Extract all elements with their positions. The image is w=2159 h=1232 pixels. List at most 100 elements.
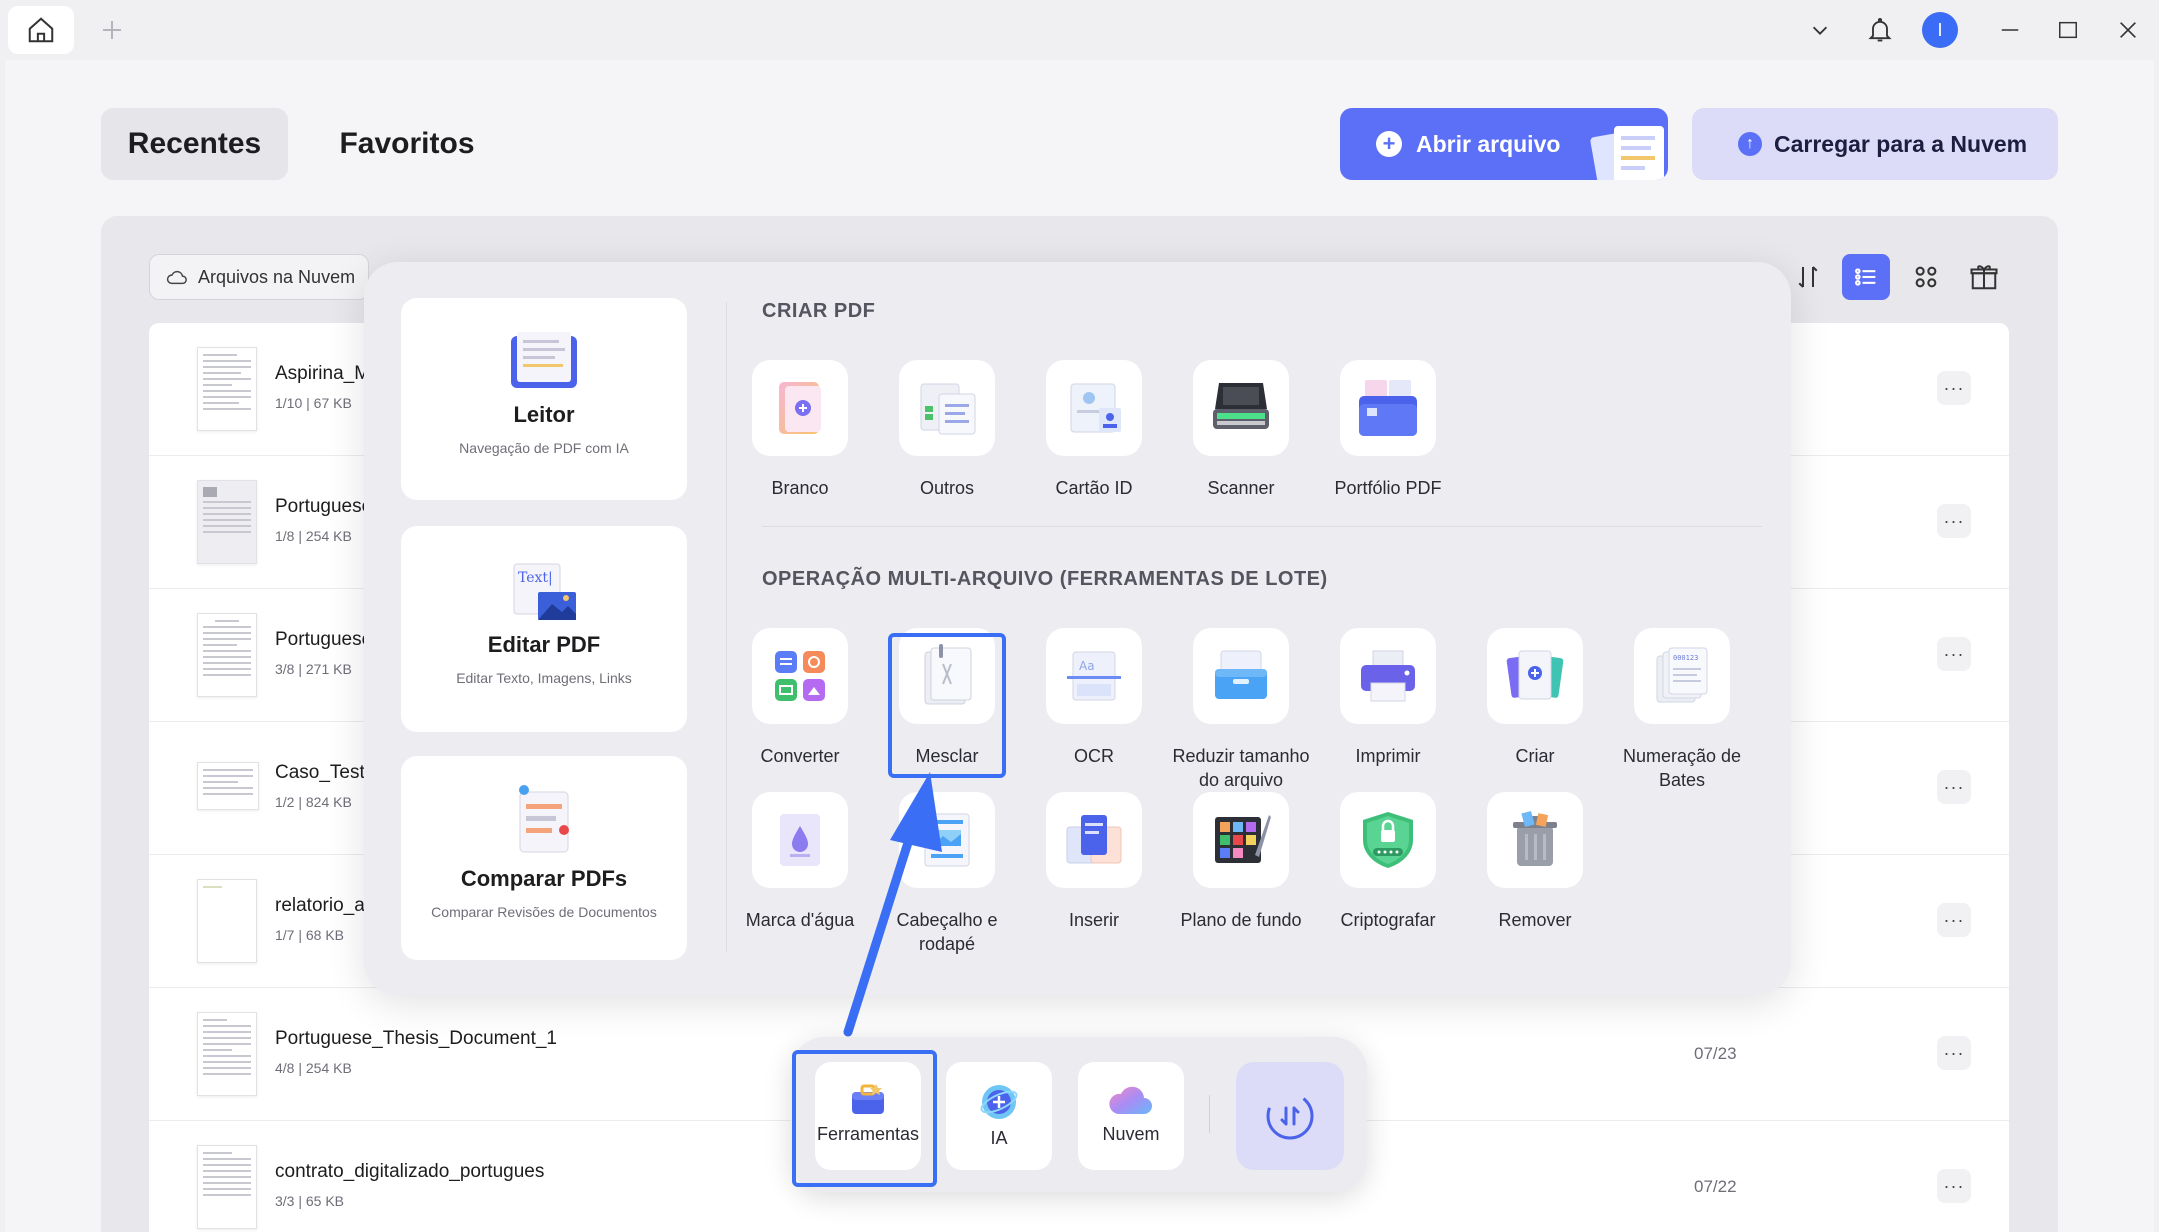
tool-compress[interactable]: Reduzir tamanho do arquivo bbox=[1168, 628, 1314, 792]
tab-recent[interactable]: Recentes bbox=[101, 108, 288, 180]
notifications-button[interactable] bbox=[1860, 0, 1900, 60]
open-file-button[interactable]: + Abrir arquivo bbox=[1340, 108, 1668, 180]
tool-print[interactable]: Imprimir bbox=[1315, 628, 1461, 768]
chevron-down-icon bbox=[1812, 26, 1828, 35]
reader-title: Leitor bbox=[513, 402, 575, 427]
more-options-button[interactable]: ··· bbox=[1937, 770, 1971, 804]
documents-illustration-icon bbox=[1590, 126, 1664, 180]
bates-icon: 000123 bbox=[1634, 628, 1730, 724]
grid-view-icon bbox=[1915, 266, 1937, 288]
tool-label: Remover bbox=[1498, 910, 1572, 930]
sort-button[interactable] bbox=[1784, 254, 1832, 300]
tool-blank[interactable]: Branco bbox=[727, 360, 873, 500]
tab-favorites[interactable]: Favoritos bbox=[320, 108, 494, 180]
reader-icon bbox=[401, 330, 687, 392]
create-pdf-section-title: CRIAR PDF bbox=[762, 300, 876, 322]
tool-background[interactable]: Plano de fundo bbox=[1168, 792, 1314, 932]
tool-label: Criptografar bbox=[1340, 910, 1436, 930]
tab-list-button[interactable] bbox=[1800, 0, 1840, 60]
list-view-button[interactable] bbox=[1842, 254, 1890, 300]
home-tab[interactable] bbox=[8, 6, 74, 54]
gift-box-icon bbox=[1970, 265, 1998, 290]
cloud-files-filter[interactable]: Arquivos na Nuvem bbox=[149, 254, 369, 300]
avatar: I bbox=[1922, 12, 1958, 48]
tool-encrypt[interactable]: Criptografar bbox=[1315, 792, 1461, 932]
new-tab-button[interactable] bbox=[92, 10, 132, 50]
insert-icon bbox=[1046, 792, 1142, 888]
cloud-colored-icon bbox=[1078, 1082, 1184, 1118]
print-icon bbox=[1340, 628, 1436, 724]
tool-remove[interactable]: Remover bbox=[1462, 792, 1608, 932]
tool-insert[interactable]: Inserir bbox=[1021, 792, 1167, 932]
more-options-button[interactable]: ··· bbox=[1937, 504, 1971, 538]
remove-icon bbox=[1487, 792, 1583, 888]
tool-label: Plano de fundo bbox=[1180, 910, 1302, 930]
dock-sort-button[interactable] bbox=[1236, 1062, 1344, 1170]
tool-label: Criar bbox=[1515, 746, 1555, 766]
file-meta: 1/10 | 67 KB bbox=[275, 395, 352, 411]
file-date: 07/23 bbox=[1694, 1044, 1737, 1063]
tool-create[interactable]: Criar bbox=[1462, 628, 1608, 768]
edit-pdf-icon-text: Text| bbox=[518, 570, 553, 586]
file-meta: 4/8 | 254 KB bbox=[275, 1060, 352, 1076]
open-file-label: Abrir arquivo bbox=[1416, 130, 1561, 157]
more-options-button[interactable]: ··· bbox=[1937, 637, 1971, 671]
edit-pdf-title: Editar PDF bbox=[487, 632, 601, 657]
tool-convert[interactable]: Converter bbox=[727, 628, 873, 768]
tool-portfolio[interactable]: Portfólio PDF bbox=[1315, 360, 1461, 500]
plus-circle-icon: + bbox=[1376, 131, 1402, 157]
compare-pdf-card[interactable]: Comparar PDFs Comparar Revisões de Docum… bbox=[401, 756, 687, 960]
batch-section-title: OPERAÇÃO MULTI-ARQUIVO (FERRAMENTAS DE L… bbox=[762, 568, 1328, 590]
grid-view-button[interactable] bbox=[1902, 254, 1950, 300]
more-options-button[interactable]: ··· bbox=[1937, 1036, 1971, 1070]
pointer-arrow bbox=[843, 772, 942, 1037]
tools-popup: Leitor Navegação de PDF com IA Text| Edi… bbox=[364, 262, 1791, 995]
close-button[interactable] bbox=[2108, 0, 2148, 60]
maximize-button[interactable] bbox=[2048, 0, 2088, 60]
file-name: Portuguese bbox=[275, 629, 373, 650]
reader-subtitle: Navegação de PDF com IA bbox=[459, 440, 629, 456]
account-button[interactable]: I bbox=[1918, 0, 1962, 60]
file-name: Portuguese bbox=[275, 496, 373, 517]
file-thumbnail bbox=[197, 1012, 257, 1096]
more-options-button[interactable]: ··· bbox=[1937, 1169, 1971, 1203]
tool-others[interactable]: Outros bbox=[874, 360, 1020, 500]
maximize-icon bbox=[2059, 21, 2077, 39]
edit-pdf-card[interactable]: Text| Editar PDF Editar Texto, Imagens, … bbox=[401, 526, 687, 732]
tool-label: Cartão ID bbox=[1055, 478, 1133, 498]
compare-pdf-title: Comparar PDFs bbox=[460, 866, 628, 891]
file-name: Portuguese_Thesis_Document_1 bbox=[275, 1028, 558, 1049]
bates-icon-text: 000123 bbox=[1673, 654, 1698, 662]
plus-icon bbox=[103, 21, 121, 39]
id-card-icon bbox=[1046, 360, 1142, 456]
minimize-button[interactable] bbox=[1990, 0, 2030, 60]
sort-circle-icon bbox=[1266, 1091, 1314, 1140]
tool-id-card[interactable]: Cartão ID bbox=[1021, 360, 1167, 500]
tool-label: Imprimir bbox=[1355, 746, 1421, 766]
dock-ai-button[interactable]: IA bbox=[946, 1062, 1052, 1170]
tool-scanner[interactable]: Scanner bbox=[1168, 360, 1314, 500]
file-thumbnail bbox=[197, 1145, 257, 1229]
minimize-icon bbox=[2001, 29, 2019, 31]
upload-cloud-button[interactable]: ↑ Carregar para a Nuvem bbox=[1692, 108, 2058, 180]
file-meta: 3/3 | 65 KB bbox=[275, 1193, 345, 1209]
storage-button[interactable] bbox=[1960, 254, 2008, 300]
edit-pdf-subtitle: Editar Texto, Imagens, Links bbox=[456, 670, 632, 686]
compare-pdf-subtitle: Comparar Revisões de Documentos bbox=[431, 904, 657, 920]
edit-pdf-icon: Text| bbox=[401, 562, 687, 622]
file-meta: 1/2 | 824 KB bbox=[275, 794, 352, 810]
tool-bates-numbering[interactable]: 000123 Numeração de Bates bbox=[1609, 628, 1755, 792]
file-name: contrato_digitalizado_portugues bbox=[275, 1161, 545, 1182]
dock-cloud-button[interactable]: Nuvem bbox=[1078, 1062, 1184, 1170]
merge-highlight-box bbox=[888, 633, 1006, 778]
tool-ocr[interactable]: Aa OCR bbox=[1021, 628, 1167, 768]
cloud-icon bbox=[166, 270, 187, 285]
dock-ai-label: IA bbox=[990, 1128, 1008, 1148]
file-meta: 1/8 | 254 KB bbox=[275, 528, 352, 544]
ocr-icon: Aa bbox=[1046, 628, 1142, 724]
more-options-button[interactable]: ··· bbox=[1937, 371, 1971, 405]
more-options-button[interactable]: ··· bbox=[1937, 903, 1971, 937]
file-thumbnail bbox=[197, 613, 257, 697]
reader-card[interactable]: Leitor Navegação de PDF com IA bbox=[401, 298, 687, 500]
sort-icon bbox=[1798, 266, 1818, 288]
